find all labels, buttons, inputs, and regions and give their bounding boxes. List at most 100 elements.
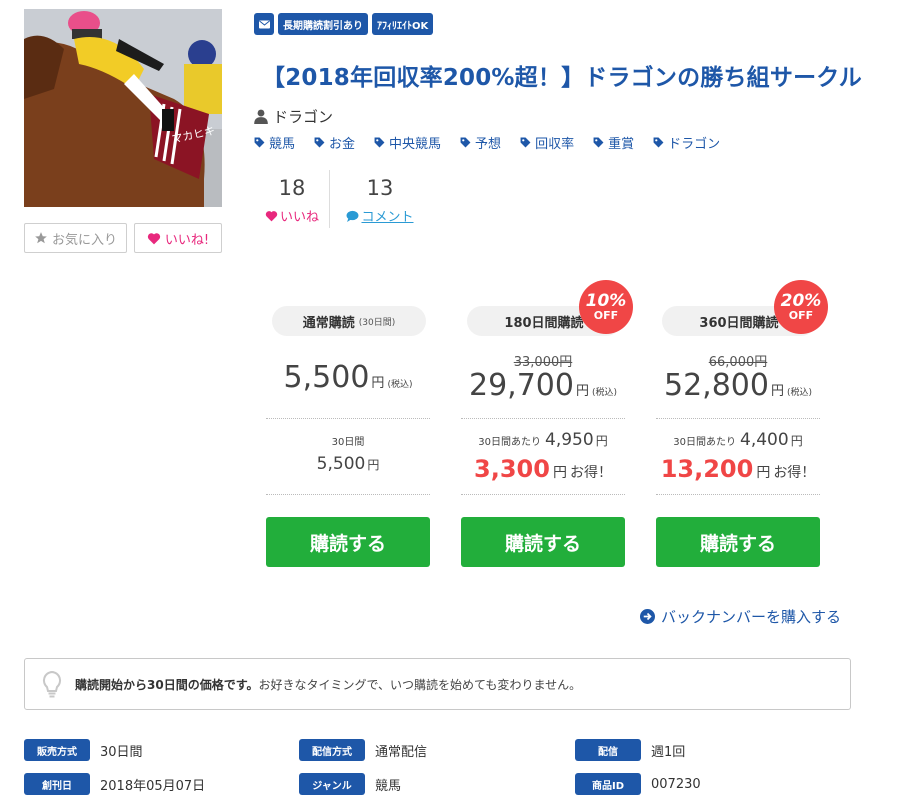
- discount-percent: 10%: [585, 291, 627, 311]
- comments-count: 13: [366, 176, 394, 200]
- tag-icon: [254, 137, 265, 148]
- divider: [656, 494, 820, 495]
- tag-item[interactable]: お金: [314, 133, 355, 152]
- tag-item[interactable]: 競馬: [254, 133, 295, 152]
- subscribe-button[interactable]: 購読する: [656, 517, 820, 567]
- tag-item[interactable]: 重賞: [593, 133, 634, 152]
- plan-card-360days: 360日間購読 20% OFF 66,000円 52,800 円 (税込) 30日間…: [656, 280, 828, 569]
- subscribe-button[interactable]: 購読する: [266, 517, 430, 567]
- info-label: 配信: [575, 739, 641, 761]
- savings-yen: 円: [552, 465, 567, 481]
- discount-off-label: OFF: [593, 309, 619, 322]
- info-value: 007230: [651, 776, 701, 792]
- tag-list: 競馬 お金 中央競馬 予想 回収率 重賞 ドラゴン: [254, 133, 720, 152]
- tag-icon: [593, 137, 604, 148]
- info-value: 週1回: [651, 744, 686, 760]
- discount-off-label: OFF: [788, 309, 814, 322]
- period-price-yen: 円: [367, 458, 380, 472]
- period-label: 30日間: [331, 437, 365, 448]
- plan-card-180days: 180日間購読 10% OFF 33,000円 29,700 円 (税込) 30日間…: [461, 280, 633, 569]
- notice-bold-text: 購読開始から30日間の価格です。: [75, 677, 259, 692]
- savings-amount: 3,300: [474, 455, 550, 483]
- likes-label: いいね: [279, 210, 319, 225]
- tag-icon: [653, 137, 664, 148]
- divider: [461, 418, 625, 419]
- price-tax: (税込): [591, 388, 618, 398]
- plan-price: 52,800 円 (税込): [656, 368, 820, 403]
- discount-badge: 20% OFF: [774, 280, 828, 334]
- price-value: 29,700: [468, 368, 574, 403]
- lightbulb-icon: [42, 670, 62, 698]
- plan-card-normal: 通常購読 (30日間) 5,500 円 (税込) 30日間 5,500 円 購読する: [266, 294, 430, 569]
- likes-stat[interactable]: 18 いいね: [254, 170, 330, 225]
- savings-yen: 円: [756, 465, 771, 481]
- info-label: 配信方式: [299, 739, 365, 761]
- per-period-label: 30日間あたり: [478, 437, 542, 448]
- author[interactable]: ドラゴン: [254, 106, 333, 127]
- tag-item[interactable]: 中央競馬: [374, 133, 441, 152]
- arrow-circle-right-icon: [640, 609, 655, 624]
- savings-amount: 13,200: [660, 455, 754, 483]
- tag-item[interactable]: 回収率: [520, 133, 574, 152]
- tag-item[interactable]: 予想: [460, 133, 501, 152]
- tag-icon: [460, 137, 471, 148]
- author-name: ドラゴン: [273, 108, 334, 126]
- plan-duration-note: (30日間): [358, 317, 396, 328]
- tag-label: お金: [329, 137, 356, 152]
- tag-icon: [314, 137, 325, 148]
- badge-row: 長期購読割引あり ｱﾌｨﾘｴｲﾄOK: [254, 13, 434, 35]
- period-price: 5,500 円: [266, 454, 430, 474]
- info-delivery-frequency: 配信 週1回: [575, 739, 685, 761]
- divider: [266, 418, 430, 419]
- price-value: 5,500: [283, 360, 370, 395]
- info-label: ジャンル: [299, 773, 365, 795]
- tag-icon: [374, 137, 385, 148]
- tag-item[interactable]: ドラゴン: [653, 133, 720, 152]
- info-label: 販売方式: [24, 739, 90, 761]
- savings-suffix: お得！: [773, 465, 816, 481]
- user-icon: [254, 109, 268, 124]
- comments-stat[interactable]: 13 コメント: [342, 170, 418, 225]
- likes-count: 18: [278, 176, 306, 200]
- plan-name: 通常購読 (30日間): [272, 306, 426, 336]
- info-value: 30日間: [100, 744, 143, 760]
- favorite-button[interactable]: お気に入り: [24, 223, 127, 253]
- plan-name-text: 通常購読: [302, 315, 355, 331]
- info-label: 商品ID: [575, 773, 641, 795]
- info-value: 通常配信: [375, 744, 428, 760]
- info-sales-method: 販売方式 30日間: [24, 739, 143, 761]
- info-value: 2018年05月07日: [100, 778, 206, 794]
- plan-price: 29,700 円 (税込): [461, 368, 625, 403]
- favorite-label: お気に入り: [51, 232, 117, 248]
- envelope-icon: [254, 13, 274, 35]
- info-label: 創刊日: [24, 773, 90, 795]
- divider: [656, 418, 820, 419]
- per-period-label: 30日間あたり: [673, 437, 737, 448]
- tag-label: 回収率: [535, 137, 575, 152]
- tag-icon: [520, 137, 531, 148]
- like-button[interactable]: いいね!: [134, 223, 222, 253]
- savings: 3,300 円お得！: [461, 455, 625, 483]
- tag-label: ドラゴン: [668, 137, 721, 152]
- price-yen: 円: [770, 384, 784, 399]
- price-tax: (税込): [786, 388, 813, 398]
- divider: [461, 494, 625, 495]
- plan-price: 5,500 円 (税込): [266, 360, 430, 395]
- divider: [266, 494, 430, 495]
- per-period-yen: 円: [595, 434, 608, 448]
- tag-label: 競馬: [269, 137, 296, 152]
- long-term-discount-badge: 長期購読割引あり: [278, 13, 368, 35]
- like-label: いいね!: [164, 232, 210, 248]
- price-notice: 購読開始から30日間の価格です。 お好きなタイミングで、いつ購読を始めても変わり…: [24, 658, 851, 710]
- page-title: 【2018年回収率200%超！】ドラゴンの勝ち組サークル: [262, 65, 862, 91]
- subscribe-button[interactable]: 購読する: [461, 517, 625, 567]
- stats-panel: 18 いいね 13 コメント: [254, 170, 430, 228]
- affiliate-badge: ｱﾌｨﾘｴｲﾄOK: [372, 13, 434, 35]
- savings: 13,200 円お得！: [656, 455, 820, 483]
- discount-badge: 10% OFF: [579, 280, 633, 334]
- notice-text: お好きなタイミングで、いつ購読を始めても変わりません。: [258, 677, 582, 692]
- tag-label: 予想: [475, 137, 502, 152]
- info-launch-date: 創刊日 2018年05月07日: [24, 773, 205, 795]
- back-number-link[interactable]: バックナンバーを購入する: [640, 606, 841, 627]
- tag-label: 中央競馬: [389, 137, 442, 152]
